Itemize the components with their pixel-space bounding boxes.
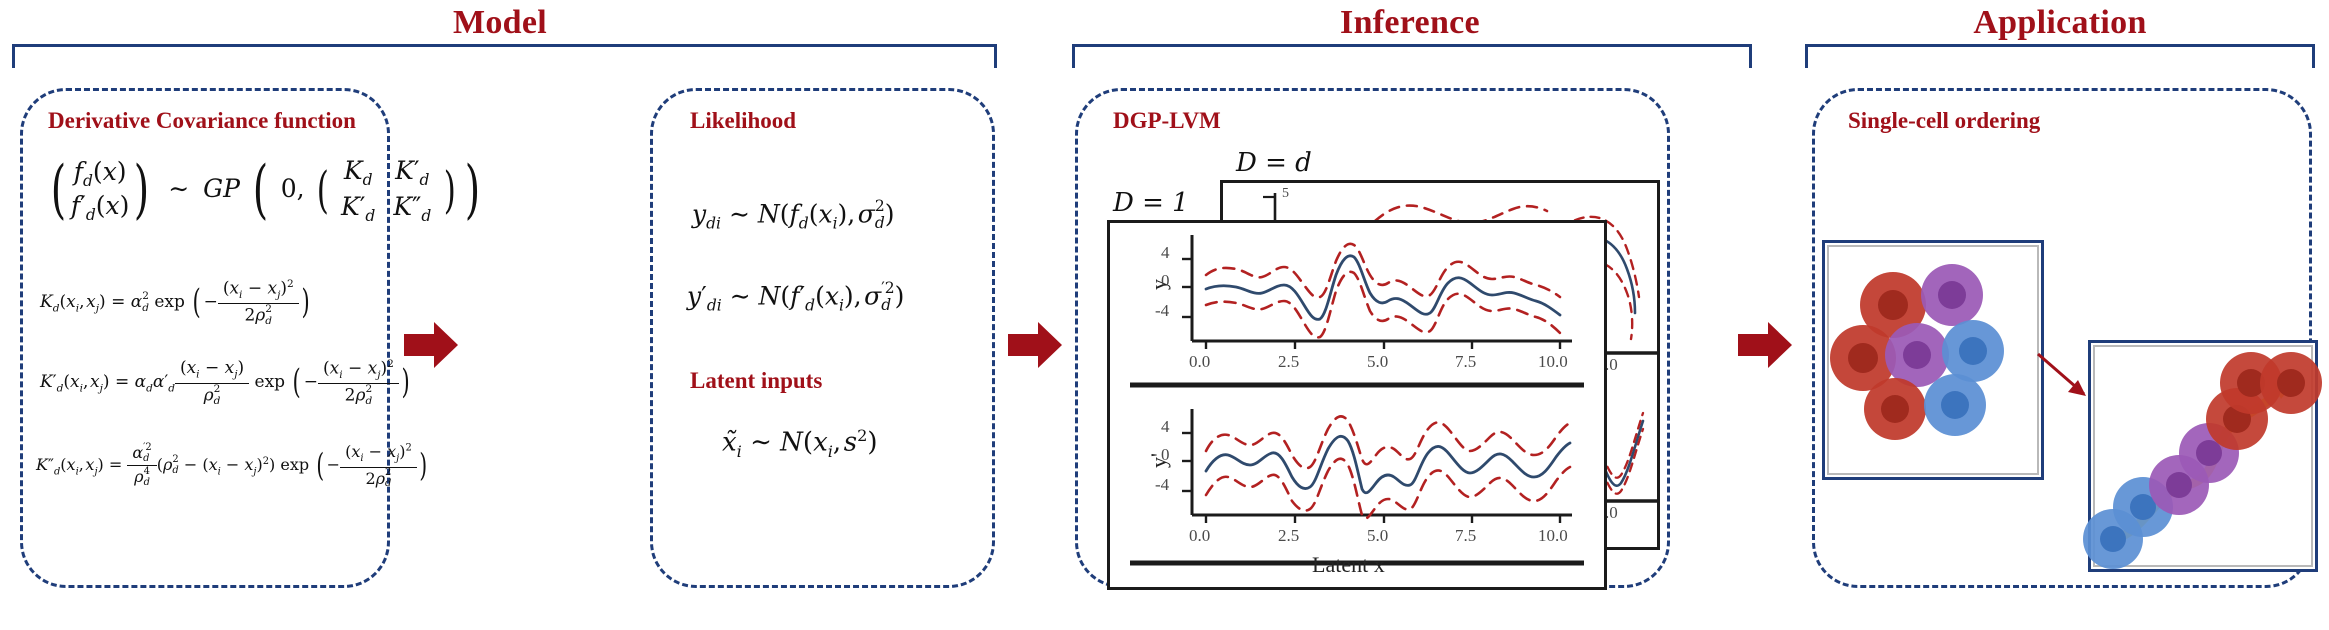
equation-gp-prior: ( fd(x) f′d(x) ) ∼ GP ( 0, ( Kd K′d K′d K″… (50, 152, 480, 227)
panel-label-single-cell-ordering: Single-cell ordering (1848, 108, 2041, 133)
xtick-bot-3: 7.5 (1455, 526, 1477, 545)
unordered-cells-svg (1830, 264, 2004, 440)
flow-arrow-likelihood-to-inference (1008, 318, 1062, 372)
plot-front-svg (1130, 235, 1584, 566)
bracket-inference (1072, 44, 1752, 68)
ytick-top-0: 0 (1161, 271, 1170, 290)
xtick-bot-1: 2.5 (1278, 526, 1300, 545)
cell-item (1864, 378, 1926, 440)
section-title-application: Application (1973, 4, 2147, 41)
xtick-top-0: 0.0 (1189, 352, 1211, 371)
cell-item (1942, 320, 2004, 382)
ytick-top-4: 4 (1161, 243, 1170, 262)
xtick-bot-4: 10.0 (1538, 526, 1568, 545)
section-title-model: Model (452, 4, 548, 41)
subplot-yprime (1182, 409, 1572, 523)
cell-item (1924, 374, 1986, 436)
equation-kernel-kd: Kd(xi, xj) = α2d exp (− (xi − xj)2 2ρ 2 d … (40, 278, 310, 328)
equation-kernel-kd-double-prime: K″d(xi, xj) = α ′2 d ρ4d (ρ 2 d − (xi − xj)2… (36, 442, 427, 490)
section-title-inference: Inference (1340, 4, 1480, 41)
cell-cluster (1830, 264, 2004, 440)
flow-arrow-model-to-likelihood (404, 318, 458, 372)
equation-latent-inputs: x̃i ∼ N(xi, s2) (722, 426, 878, 461)
subplot-y (1182, 235, 1572, 349)
xtick-top-1: 2.5 (1278, 352, 1300, 371)
x-axis-label-latent-x: Latent x (1312, 552, 1385, 577)
xtick-top-2: 5.0 (1367, 352, 1389, 371)
xtick-top-4: 10.0 (1538, 352, 1568, 371)
panel-label-dgp-lvm: DGP-LVM (1113, 108, 1221, 133)
card-tag-d-equals-1: D = 1 (1113, 188, 1189, 218)
panel-label-latent-inputs: Latent inputs (690, 368, 823, 393)
equation-kernel-kd-prime: K′d(xi, xj) = αdα′d (xi − xj) ρ2d exp (−… (40, 358, 410, 408)
panel-label-likelihood: Likelihood (690, 108, 797, 133)
figure-root: Model Inference Application Derivative C… (0, 0, 2329, 630)
ytick-bot-m4: -4 (1155, 475, 1170, 494)
cell-item (1885, 323, 1949, 387)
back-card-tick-5: 5 (1282, 186, 1289, 201)
panel-likelihood (650, 88, 995, 588)
ordered-cell-cluster (2083, 352, 2322, 569)
plot-card-front (1107, 220, 1607, 590)
cell-item (1921, 264, 1983, 326)
ordered-cells-svg (2083, 352, 2322, 569)
panel-label-derivative-covariance: Derivative Covariance function (48, 108, 356, 133)
equation-likelihood-derivative: y′di ∼ N(f′d(xi), σ ′2 d) (687, 278, 905, 315)
bracket-application (1805, 44, 2315, 68)
ytick-bot-4: 4 (1161, 417, 1170, 436)
card-tag-d-equals-d: D = d (1236, 148, 1312, 178)
ytick-top-m4: -4 (1155, 301, 1170, 320)
xtick-bot-0: 0.0 (1189, 526, 1211, 545)
xtick-top-3: 7.5 (1455, 352, 1477, 371)
cell-box-unordered (1822, 240, 2044, 480)
equation-likelihood-observed: ydi ∼ N(fd(xi), σ 2 d) (692, 196, 895, 233)
ytick-bot-0: 0 (1161, 445, 1170, 464)
cell-item (2260, 352, 2322, 414)
flow-arrow-inference-to-application (1738, 318, 1792, 372)
cell-box-ordered (2083, 340, 2322, 572)
xtick-bot-2: 5.0 (1367, 526, 1389, 545)
bracket-model (12, 44, 997, 68)
